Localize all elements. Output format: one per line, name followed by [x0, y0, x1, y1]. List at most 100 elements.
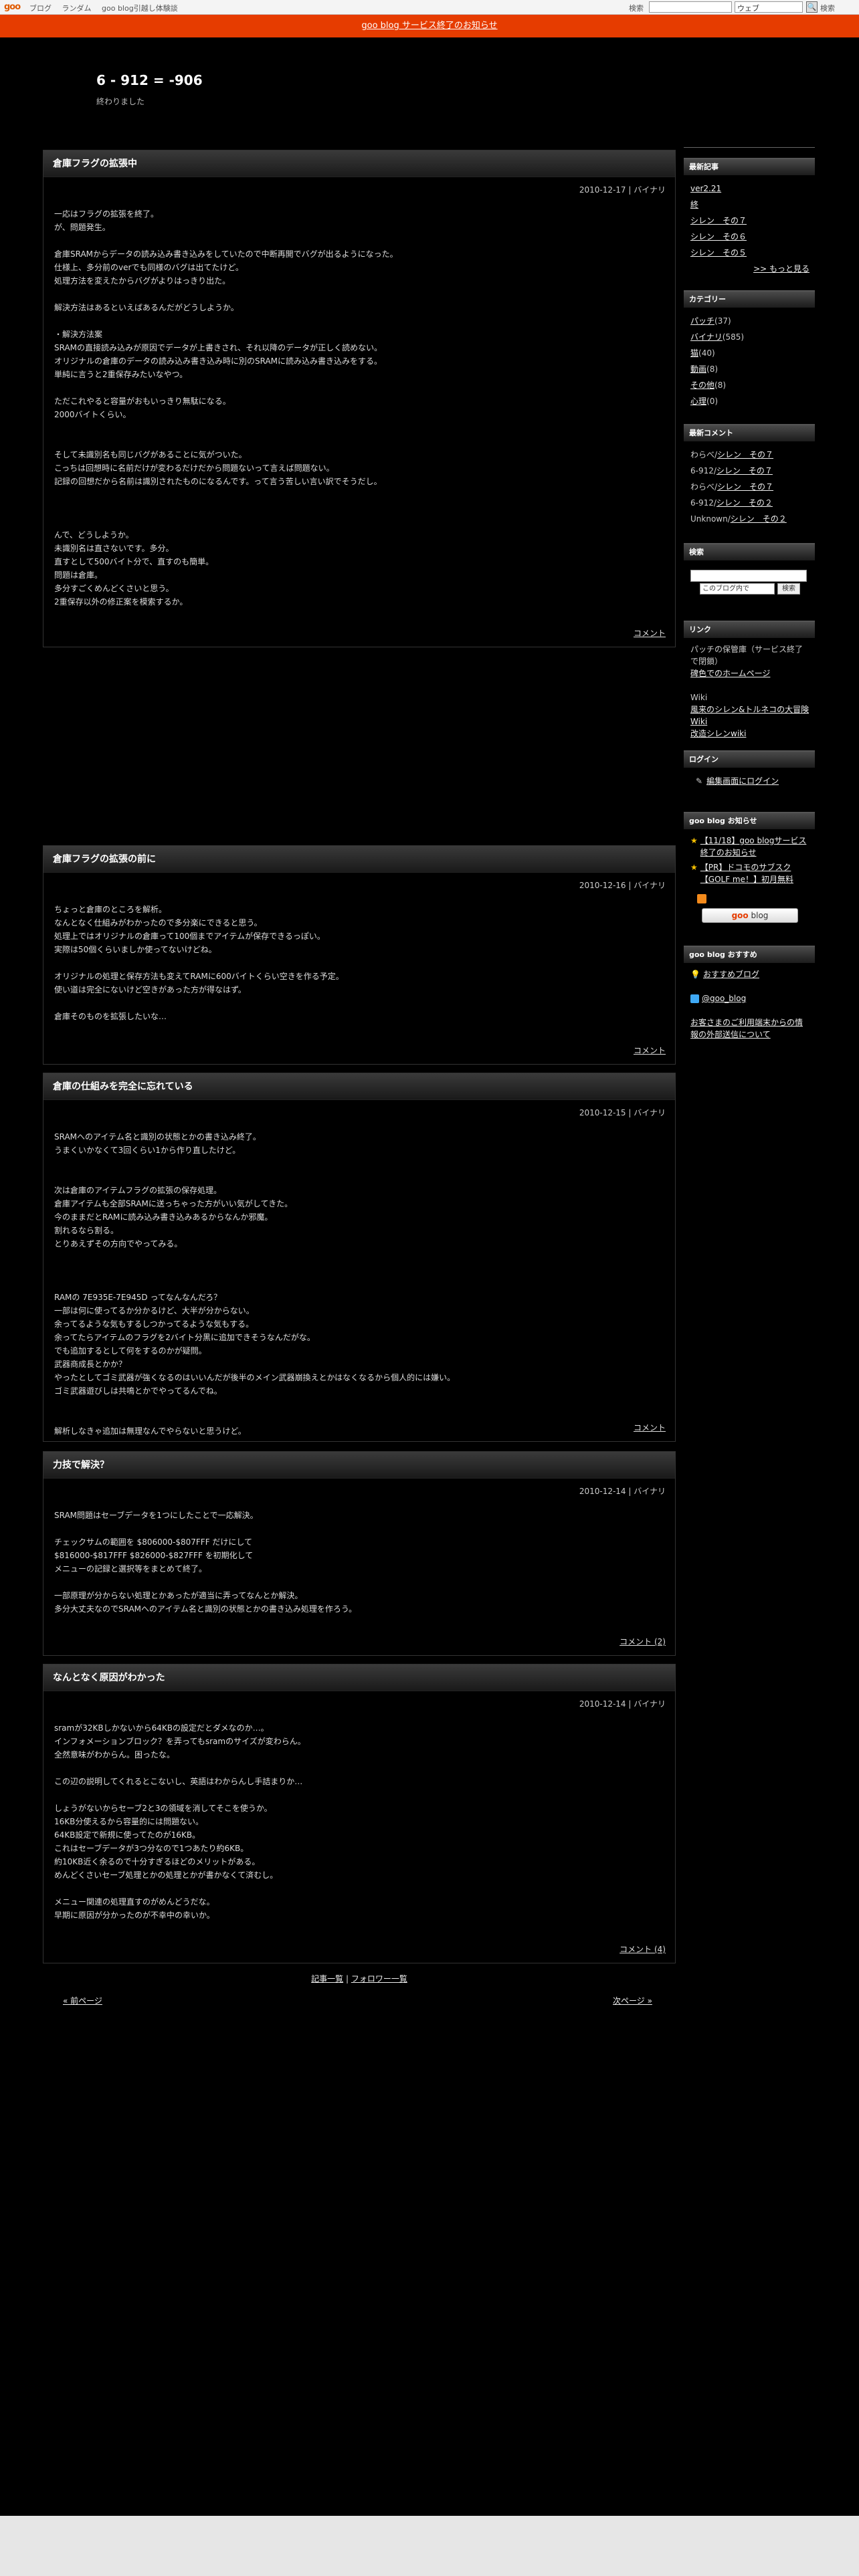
search-input[interactable] — [649, 1, 732, 13]
post-title[interactable]: 倉庫フラグの拡張中 — [43, 150, 675, 177]
goo-logo[interactable]: goo — [4, 2, 21, 12]
post-line: 倉庫アイテムも全部SRAMに送っちゃった方がいい気がしてきた。 — [54, 1199, 293, 1208]
category-link[interactable]: バイナリ — [690, 332, 723, 342]
post-line: とりあえずその方向でやってみる。 — [54, 1239, 183, 1249]
sidebar-links: リンク パッチの保管庫（サービス終了で閉鎖） 碑色でのホームページ Wiki 風… — [684, 621, 815, 745]
comment-author: わらべ/ — [690, 450, 718, 459]
category-link[interactable]: その他 — [690, 381, 714, 390]
recent-post-link[interactable]: シレン その７ — [690, 216, 747, 225]
comment-post-link[interactable]: シレン その２ — [717, 498, 773, 508]
post-title[interactable]: 力技で解決？ — [43, 1452, 675, 1479]
sidebar-heading: 検索 — [684, 543, 815, 560]
blog-search-scope-select[interactable]: このブログ内で — [700, 583, 775, 595]
post-line — [54, 502, 664, 515]
comment-link[interactable]: コメント — [634, 1045, 666, 1056]
post-line: そして未識別名も同じバグがあることに気がついた。 — [54, 450, 247, 459]
more-posts-link[interactable]: >> もっと見る — [753, 264, 809, 274]
category-count: (8) — [714, 381, 727, 390]
next-page-link[interactable]: 次ページ » — [613, 1995, 652, 2006]
search-icon[interactable]: 🔍 — [806, 1, 818, 13]
post-meta: 2010-12-14 | バイナリ — [579, 1699, 666, 1709]
category-link[interactable]: 動画 — [690, 364, 706, 374]
blog-title[interactable]: 6 - 912 = -906 — [96, 72, 203, 88]
post-line — [54, 1576, 664, 1589]
search-label: 検索 — [629, 4, 644, 13]
post-line: SRAMの直接読み込みが原因でデータが上書きされ、それ以降のデータが正しく読めな… — [54, 343, 383, 352]
category-link[interactable]: 猫 — [690, 348, 698, 358]
comment-link[interactable]: コメント (2) — [619, 1636, 666, 1647]
comment-post-link[interactable]: シレン その７ — [717, 450, 773, 459]
post: なんとなく原因がわかった 2010-12-14 | バイナリ sramが32KB… — [43, 1664, 676, 1963]
post: 倉庫フラグの拡張の前に 2010-12-16 | バイナリ ちょっと倉庫のところ… — [43, 845, 676, 1065]
recent-post-link[interactable]: 終 — [690, 200, 698, 209]
rss-icon[interactable] — [697, 893, 706, 903]
category-count: (8) — [706, 364, 719, 374]
post-line: 割れるなら割る。 — [54, 1226, 119, 1235]
service-end-link[interactable]: goo blog サービス終了のお知らせ — [361, 21, 497, 31]
recent-post-link[interactable]: シレン その６ — [690, 232, 747, 241]
post: 倉庫の仕組みを完全に忘れている 2010-12-15 | バイナリ SRAMへの… — [43, 1073, 676, 1442]
post-meta: 2010-12-17 | バイナリ — [579, 185, 666, 195]
prev-page-link[interactable]: « 前ページ — [63, 1995, 102, 2006]
post-line — [54, 288, 664, 301]
category-link[interactable]: 心理 — [690, 397, 706, 406]
homepage-link[interactable]: 碑色でのホームページ — [690, 669, 770, 678]
post-line — [54, 1761, 664, 1775]
post-line: 解決方法はあるといえばあるんだがどうしようか。 — [54, 303, 239, 312]
shiren-wiki-link[interactable]: 風来のシレン&トルネコの大冒険 Wiki — [690, 705, 809, 726]
comment-author: 6-912/ — [690, 498, 717, 508]
links-wiki-label: Wiki — [690, 693, 708, 702]
info-link[interactable]: 【PR】ドコモのサブスク【GOLF me！】初月無料 — [700, 861, 809, 885]
post-line: 武器商成長とかか？ — [54, 1360, 127, 1369]
recent-post-link[interactable]: ver2.21 — [690, 184, 721, 193]
post-line: 多分すごくめんどくさいと思う。 — [54, 584, 174, 593]
search-scope-select[interactable]: ウェブ — [735, 1, 803, 13]
post-line: 解析しなきゃ追加は無理なんでやらないと思うけど。 — [54, 1426, 246, 1436]
goo-blog-button-label: blog — [748, 911, 769, 920]
category-count: (40) — [698, 348, 715, 358]
comment-link[interactable]: コメント (4) — [619, 1943, 666, 1955]
sidebar-box: ✎ 編集画面にログイン — [684, 768, 815, 794]
post-line — [54, 421, 664, 435]
post-line: この辺の説明してくれるとこないし、英語はわからんし手詰まりか… — [54, 1777, 303, 1786]
post-line — [54, 314, 664, 328]
login-link[interactable]: 編集画面にログイン — [706, 776, 779, 786]
comment-link[interactable]: コメント — [634, 627, 666, 639]
twitter-link[interactable]: @goo_blog — [702, 994, 746, 1003]
star-icon: ★ — [690, 836, 698, 845]
topbar-link-random[interactable]: ランダム — [62, 4, 92, 13]
sidebar-heading: カテゴリー — [684, 290, 815, 308]
comment-post-link[interactable]: シレン その２ — [731, 514, 787, 524]
post-line: 全然意味がわからん。困ったな。 — [54, 1750, 175, 1759]
post-line: 処理上ではオリジナルの倉庫って100個までアイテムが保存できるっぽい。 — [54, 932, 325, 941]
category-count: (0) — [706, 397, 719, 406]
post-line — [54, 996, 664, 1010]
blog-search-input[interactable] — [690, 570, 807, 582]
post-title[interactable]: 倉庫フラグの拡張の前に — [43, 846, 675, 873]
blog-search-button[interactable]: 検索 — [777, 583, 800, 595]
recommend-blog-link[interactable]: おすすめブログ — [703, 970, 759, 979]
post-line: ゴミ武器遊びしは共鳴とかでやってるんでね。 — [54, 1386, 222, 1396]
goo-blog-button[interactable]: goo blog — [702, 908, 798, 923]
comment-post-link[interactable]: シレン その７ — [717, 466, 773, 475]
post-title[interactable]: 倉庫の仕組みを完全に忘れている — [43, 1073, 675, 1100]
external-send-info-link[interactable]: お客さまのご利用端末からの情報の外部送信について — [690, 1018, 803, 1039]
topbar-link-moving[interactable]: goo blog引越し体験談 — [102, 4, 178, 13]
follower-list-link[interactable]: フォロワー一覧 — [351, 1974, 407, 1983]
info-link[interactable]: 【11/18】goo blogサービス終了のお知らせ — [700, 835, 809, 859]
search-button[interactable]: 検索 — [820, 3, 835, 13]
topbar-link-blog[interactable]: ブログ — [29, 4, 52, 13]
category-link[interactable]: パッチ — [690, 316, 714, 326]
post-line: 倉庫そのものを拡張したいな… — [54, 1012, 167, 1021]
article-list-link[interactable]: 記事一覧 — [311, 1974, 343, 1983]
mod-shiren-wiki-link[interactable]: 改造シレンwiki — [690, 729, 746, 738]
post-title[interactable]: なんとなく原因がわかった — [43, 1665, 675, 1691]
post-line — [54, 956, 664, 970]
comment-link[interactable]: コメント — [634, 1422, 666, 1433]
post-line: うまくいかなくて3回くらい1から作り直したけど。 — [54, 1146, 241, 1155]
recent-post-link[interactable]: シレン その５ — [690, 248, 747, 257]
post-line — [54, 1251, 664, 1264]
comment-post-link[interactable]: シレン その７ — [717, 482, 773, 492]
sidebar-box: このブログ内で 検索 — [684, 560, 815, 600]
post-line: これはセーブデータが3つ分なので1つあたり約6KB。 — [54, 1844, 249, 1853]
